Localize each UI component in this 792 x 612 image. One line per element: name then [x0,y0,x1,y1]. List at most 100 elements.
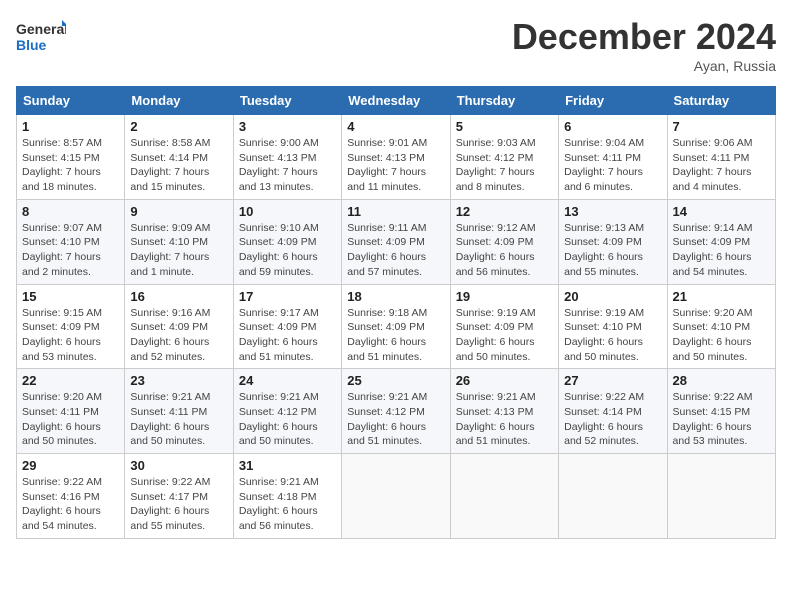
calendar-cell: 8 Sunrise: 9:07 AM Sunset: 4:10 PM Daylig… [17,199,125,284]
calendar-cell: 19Sunrise: 9:19 AM Sunset: 4:09 PM Dayli… [450,284,558,369]
calendar-cell: 4Sunrise: 9:01 AM Sunset: 4:13 PM Daylig… [342,115,450,200]
day-number: 5 [456,119,553,134]
day-detail: Sunrise: 9:06 AM Sunset: 4:11 PM Dayligh… [673,136,770,195]
calendar-cell: 20Sunrise: 9:19 AM Sunset: 4:10 PM Dayli… [559,284,667,369]
day-detail: Sunrise: 9:20 AM Sunset: 4:10 PM Dayligh… [673,306,770,365]
day-number: 16 [130,289,227,304]
day-number: 25 [347,373,444,388]
day-detail: Sunrise: 9:22 AM Sunset: 4:17 PM Dayligh… [130,475,227,534]
day-detail: Sunrise: 9:12 AM Sunset: 4:09 PM Dayligh… [456,221,553,280]
calendar-cell: 30Sunrise: 9:22 AM Sunset: 4:17 PM Dayli… [125,454,233,539]
calendar-cell: 1 Sunrise: 8:57 AM Sunset: 4:15 PM Daylig… [17,115,125,200]
calendar-week-2: 8 Sunrise: 9:07 AM Sunset: 4:10 PM Daylig… [17,199,776,284]
svg-text:General: General [16,21,66,37]
day-number: 24 [239,373,336,388]
day-number: 11 [347,204,444,219]
calendar-cell: 2 Sunrise: 8:58 AM Sunset: 4:14 PM Daylig… [125,115,233,200]
day-detail: Sunrise: 9:07 AM Sunset: 4:10 PM Dayligh… [22,221,119,280]
calendar-cell: 28 Sunrise: 9:22 AM Sunset: 4:15 PM Dayli… [667,369,775,454]
day-number: 2 [130,119,227,134]
day-number: 9 [130,204,227,219]
day-detail: Sunrise: 9:22 AM Sunset: 4:16 PM Dayligh… [22,475,119,534]
calendar-cell: 12 Sunrise: 9:12 AM Sunset: 4:09 PM Dayli… [450,199,558,284]
col-header-thursday: Thursday [450,87,558,115]
calendar-cell: 23 Sunrise: 9:21 AM Sunset: 4:11 PM Dayli… [125,369,233,454]
day-number: 15 [22,289,119,304]
day-number: 23 [130,373,227,388]
day-number: 1 [22,119,119,134]
day-detail: Sunrise: 9:10 AM Sunset: 4:09 PM Dayligh… [239,221,336,280]
day-detail: Sunrise: 9:09 AM Sunset: 4:10 PM Dayligh… [130,221,227,280]
day-number: 6 [564,119,661,134]
col-header-saturday: Saturday [667,87,775,115]
calendar-cell: 11 Sunrise: 9:11 AM Sunset: 4:09 PM Dayli… [342,199,450,284]
day-number: 8 [22,204,119,219]
day-detail: Sunrise: 9:21 AM Sunset: 4:12 PM Dayligh… [239,390,336,449]
day-number: 7 [673,119,770,134]
calendar-cell: 18 Sunrise: 9:18 AM Sunset: 4:09 PM Dayli… [342,284,450,369]
day-detail: Sunrise: 9:15 AM Sunset: 4:09 PM Dayligh… [22,306,119,365]
day-number: 17 [239,289,336,304]
day-detail: Sunrise: 9:20 AM Sunset: 4:11 PM Dayligh… [22,390,119,449]
calendar-cell [450,454,558,539]
calendar-cell: 15 Sunrise: 9:15 AM Sunset: 4:09 PM Dayli… [17,284,125,369]
day-detail: Sunrise: 9:14 AM Sunset: 4:09 PM Dayligh… [673,221,770,280]
day-number: 18 [347,289,444,304]
logo-svg: General Blue [16,16,66,60]
calendar-cell: 26 Sunrise: 9:21 AM Sunset: 4:13 PM Dayli… [450,369,558,454]
day-detail: Sunrise: 9:17 AM Sunset: 4:09 PM Dayligh… [239,306,336,365]
calendar-cell: 27 Sunrise: 9:22 AM Sunset: 4:14 PM Dayli… [559,369,667,454]
day-detail: Sunrise: 9:16 AM Sunset: 4:09 PM Dayligh… [130,306,227,365]
col-header-tuesday: Tuesday [233,87,341,115]
calendar-cell: 16 Sunrise: 9:16 AM Sunset: 4:09 PM Dayli… [125,284,233,369]
calendar-cell: 10 Sunrise: 9:10 AM Sunset: 4:09 PM Dayli… [233,199,341,284]
day-detail: Sunrise: 9:19 AM Sunset: 4:09 PM Dayligh… [456,306,553,365]
day-detail: Sunrise: 9:13 AM Sunset: 4:09 PM Dayligh… [564,221,661,280]
day-number: 13 [564,204,661,219]
calendar-cell [342,454,450,539]
calendar-week-3: 15 Sunrise: 9:15 AM Sunset: 4:09 PM Dayli… [17,284,776,369]
calendar-cell: 5 Sunrise: 9:03 AM Sunset: 4:12 PM Daylig… [450,115,558,200]
day-detail: Sunrise: 9:21 AM Sunset: 4:11 PM Dayligh… [130,390,227,449]
day-number: 14 [673,204,770,219]
day-detail: Sunrise: 9:19 AM Sunset: 4:10 PM Dayligh… [564,306,661,365]
col-header-sunday: Sunday [17,87,125,115]
col-header-monday: Monday [125,87,233,115]
calendar-week-4: 22 Sunrise: 9:20 AM Sunset: 4:11 PM Dayli… [17,369,776,454]
day-number: 12 [456,204,553,219]
day-detail: Sunrise: 8:57 AM Sunset: 4:15 PM Dayligh… [22,136,119,195]
day-detail: Sunrise: 9:21 AM Sunset: 4:13 PM Dayligh… [456,390,553,449]
calendar-cell [559,454,667,539]
location: Ayan, Russia [512,58,776,74]
day-detail: Sunrise: 8:58 AM Sunset: 4:14 PM Dayligh… [130,136,227,195]
col-header-friday: Friday [559,87,667,115]
calendar-cell: 9 Sunrise: 9:09 AM Sunset: 4:10 PM Daylig… [125,199,233,284]
calendar-cell: 13 Sunrise: 9:13 AM Sunset: 4:09 PM Dayli… [559,199,667,284]
col-header-wednesday: Wednesday [342,87,450,115]
calendar-week-5: 29Sunrise: 9:22 AM Sunset: 4:16 PM Dayli… [17,454,776,539]
calendar-cell: 17 Sunrise: 9:17 AM Sunset: 4:09 PM Dayli… [233,284,341,369]
page-header: General Blue December 2024 Ayan, Russia [16,16,776,74]
day-detail: Sunrise: 9:18 AM Sunset: 4:09 PM Dayligh… [347,306,444,365]
day-number: 22 [22,373,119,388]
title-block: December 2024 Ayan, Russia [512,16,776,74]
day-detail: Sunrise: 9:22 AM Sunset: 4:14 PM Dayligh… [564,390,661,449]
day-number: 27 [564,373,661,388]
day-detail: Sunrise: 9:21 AM Sunset: 4:12 PM Dayligh… [347,390,444,449]
day-detail: Sunrise: 9:22 AM Sunset: 4:15 PM Dayligh… [673,390,770,449]
calendar-cell: 6Sunrise: 9:04 AM Sunset: 4:11 PM Daylig… [559,115,667,200]
calendar-cell: 24 Sunrise: 9:21 AM Sunset: 4:12 PM Dayli… [233,369,341,454]
day-detail: Sunrise: 9:03 AM Sunset: 4:12 PM Dayligh… [456,136,553,195]
calendar-cell: 3Sunrise: 9:00 AM Sunset: 4:13 PM Daylig… [233,115,341,200]
day-detail: Sunrise: 9:11 AM Sunset: 4:09 PM Dayligh… [347,221,444,280]
day-number: 26 [456,373,553,388]
day-number: 21 [673,289,770,304]
calendar-cell: 31Sunrise: 9:21 AM Sunset: 4:18 PM Dayli… [233,454,341,539]
calendar-week-1: 1 Sunrise: 8:57 AM Sunset: 4:15 PM Daylig… [17,115,776,200]
calendar-cell: 22 Sunrise: 9:20 AM Sunset: 4:11 PM Dayli… [17,369,125,454]
day-detail: Sunrise: 9:00 AM Sunset: 4:13 PM Dayligh… [239,136,336,195]
day-number: 28 [673,373,770,388]
day-number: 10 [239,204,336,219]
calendar-cell [667,454,775,539]
day-number: 4 [347,119,444,134]
